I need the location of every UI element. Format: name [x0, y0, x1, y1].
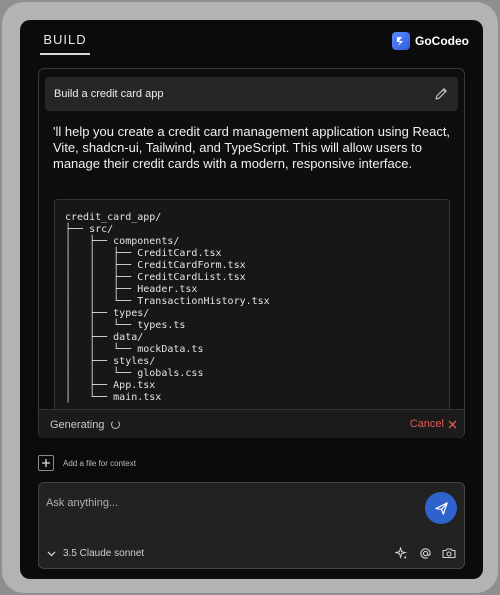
chat-panel: Build a credit card app 'll help you cre… [38, 68, 465, 438]
send-button[interactable] [425, 492, 457, 524]
user-prompt: Build a credit card app [45, 77, 458, 111]
add-file-context[interactable]: Add a file for context [38, 455, 136, 471]
code-block: credit_card_app/ ├── src/ │ ├── componen… [54, 199, 450, 413]
model-selector[interactable]: 3.5 Claude sonnet [47, 548, 144, 559]
close-x-icon [448, 420, 457, 428]
plus-icon[interactable] [38, 455, 54, 471]
spinner-icon [111, 420, 120, 429]
send-icon [434, 501, 448, 515]
edit-pencil-icon[interactable] [433, 86, 449, 102]
assistant-reply: 'll help you create a credit card manage… [53, 124, 451, 171]
tab-build[interactable]: BUILD [40, 32, 90, 55]
sparkle-icon[interactable] [394, 546, 408, 560]
model-name: 3.5 Claude sonnet [63, 548, 145, 559]
brand: GoCodeo [392, 32, 469, 50]
device-frame: BUILD GoCodeo Build a credit card app 'l… [2, 2, 498, 593]
cancel-label: Cancel [409, 418, 444, 430]
add-file-label: Add a file for context [63, 458, 136, 468]
cancel-button[interactable]: Cancel [410, 418, 457, 430]
file-tree: credit_card_app/ ├── src/ │ ├── componen… [65, 212, 270, 403]
generation-status-bar: Generating Cancel [39, 409, 464, 438]
composer: 3.5 Claude sonnet [38, 482, 465, 569]
composer-tools [394, 546, 456, 560]
user-prompt-text: Build a credit card app [54, 88, 164, 100]
at-mention-icon[interactable] [418, 546, 432, 560]
header: BUILD GoCodeo [20, 20, 483, 60]
gocodeo-logo-icon [392, 32, 410, 50]
brand-name: GoCodeo [415, 34, 469, 48]
generating-label: Generating [50, 419, 105, 431]
camera-icon[interactable] [442, 546, 456, 560]
app-window: BUILD GoCodeo Build a credit card app 'l… [20, 20, 483, 579]
ask-input[interactable] [46, 493, 416, 513]
chevron-down-icon [47, 551, 56, 556]
